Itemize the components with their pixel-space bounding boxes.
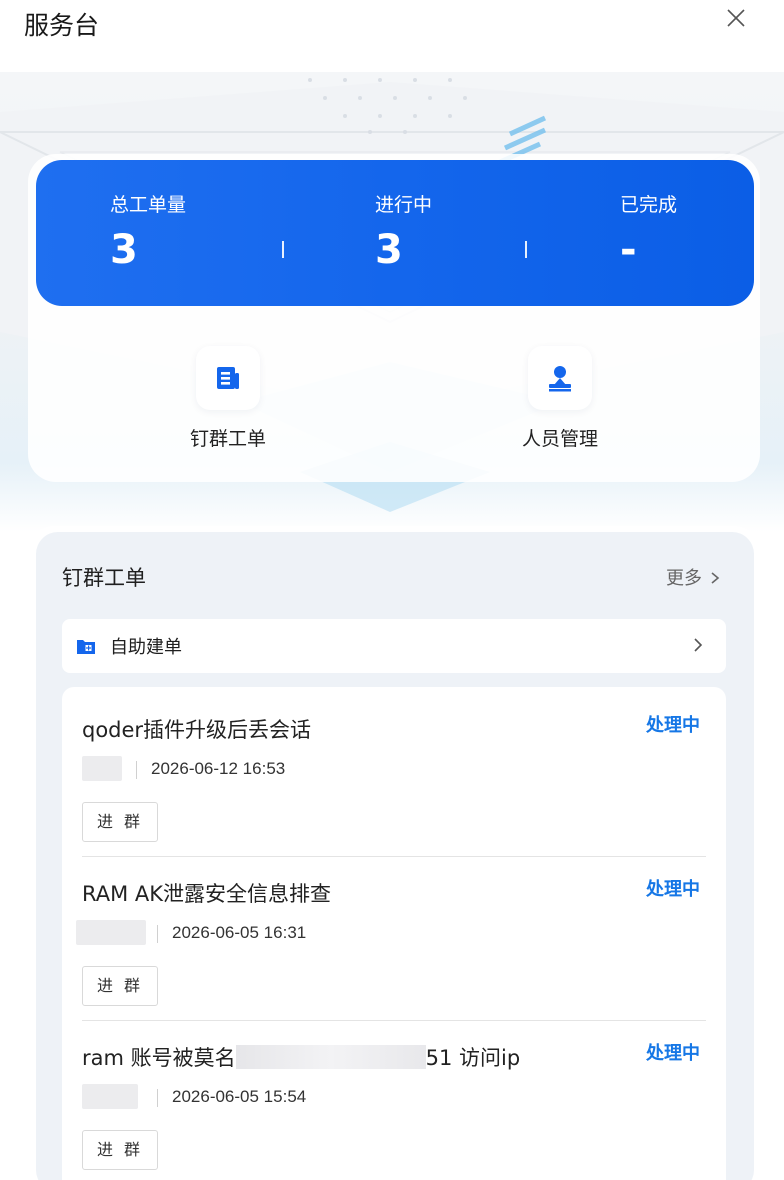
quick-action-icon-box [196,346,260,410]
quick-action-label: 钉群工单 [189,428,266,450]
self-service-create-ticket[interactable]: 自助建单 [62,619,726,673]
quick-action-dingtalk-tickets[interactable]: 钉群工单 [158,346,298,451]
separator [157,1089,158,1107]
stat-completed-label: 已完成 [620,194,678,216]
ticket-title: qoder插件升级后丢会话 [82,718,312,742]
stat-divider [525,241,527,258]
stat-total-value: 3 [110,227,138,273]
quick-action-label: 人员管理 [521,428,598,450]
more-label: 更多 [666,568,702,589]
stat-completed-value: - [620,227,637,273]
separator [136,761,137,779]
ticket-item[interactable]: ram 账号被莫名 51 访问ip 处理中 2026-06-05 15:54 进 … [62,1015,726,1179]
folder-add-icon [77,640,95,654]
ticket-time: 2026-06-05 15:54 [172,1087,307,1106]
join-group-button[interactable]: 进 群 [82,966,158,1006]
quick-action-icon-box [528,346,592,410]
stat-in-progress[interactable]: 进行中 3 [375,190,432,273]
header: 服务台 [0,0,784,72]
stats-bar: 总工单量 3 进行中 3 已完成 - [36,160,754,306]
stat-total[interactable]: 总工单量 3 [110,190,186,273]
separator [157,925,158,943]
stat-in-progress-label: 进行中 [375,194,433,216]
avatar [76,920,146,945]
ticket-title: RAM AK泄露安全信息排查 [82,882,332,906]
ticket-title-prefix: ram 账号被莫名 [82,1046,236,1070]
join-group-button[interactable]: 进 群 [82,1130,158,1170]
ticket-time: 2026-06-12 16:53 [151,759,286,778]
ticket-time: 2026-06-05 16:31 [172,923,307,942]
section-title: 钉群工单 [62,566,146,590]
stat-divider [282,241,284,258]
ticket-item[interactable]: qoder插件升级后丢会话 处理中 2026-06-12 16:53 进 群 [62,687,726,851]
avatar [82,1084,138,1109]
more-link[interactable]: 更多 [666,564,720,590]
self-service-label: 自助建单 [110,637,182,658]
close-icon [727,9,745,27]
page-title: 服务台 [24,11,100,40]
ticket-title: ram 账号被莫名 51 访问ip [82,1042,520,1072]
stat-in-progress-value: 3 [375,227,403,273]
ticket-status: 处理中 [646,1043,700,1064]
stat-total-label: 总工单量 [110,194,187,216]
ticket-status: 处理中 [646,879,700,900]
ticket-list: qoder插件升级后丢会话 处理中 2026-06-12 16:53 进 群 R… [62,687,726,1180]
chevron-right-icon [711,572,719,584]
ticket-status: 处理中 [646,715,700,736]
document-icon [217,367,239,389]
stat-completed[interactable]: 已完成 - [620,190,677,273]
avatar [82,756,122,781]
close-button[interactable] [722,4,750,32]
person-icon [549,366,571,392]
join-group-button[interactable]: 进 群 [82,802,158,842]
chevron-right-icon [694,638,703,652]
redacted-text [235,1045,426,1069]
quick-action-personnel[interactable]: 人员管理 [490,346,630,451]
ticket-title-suffix: 51 访问ip [425,1046,521,1070]
ticket-item[interactable]: RAM AK泄露安全信息排查 处理中 2026-06-05 16:31 进 群 [62,851,726,1015]
